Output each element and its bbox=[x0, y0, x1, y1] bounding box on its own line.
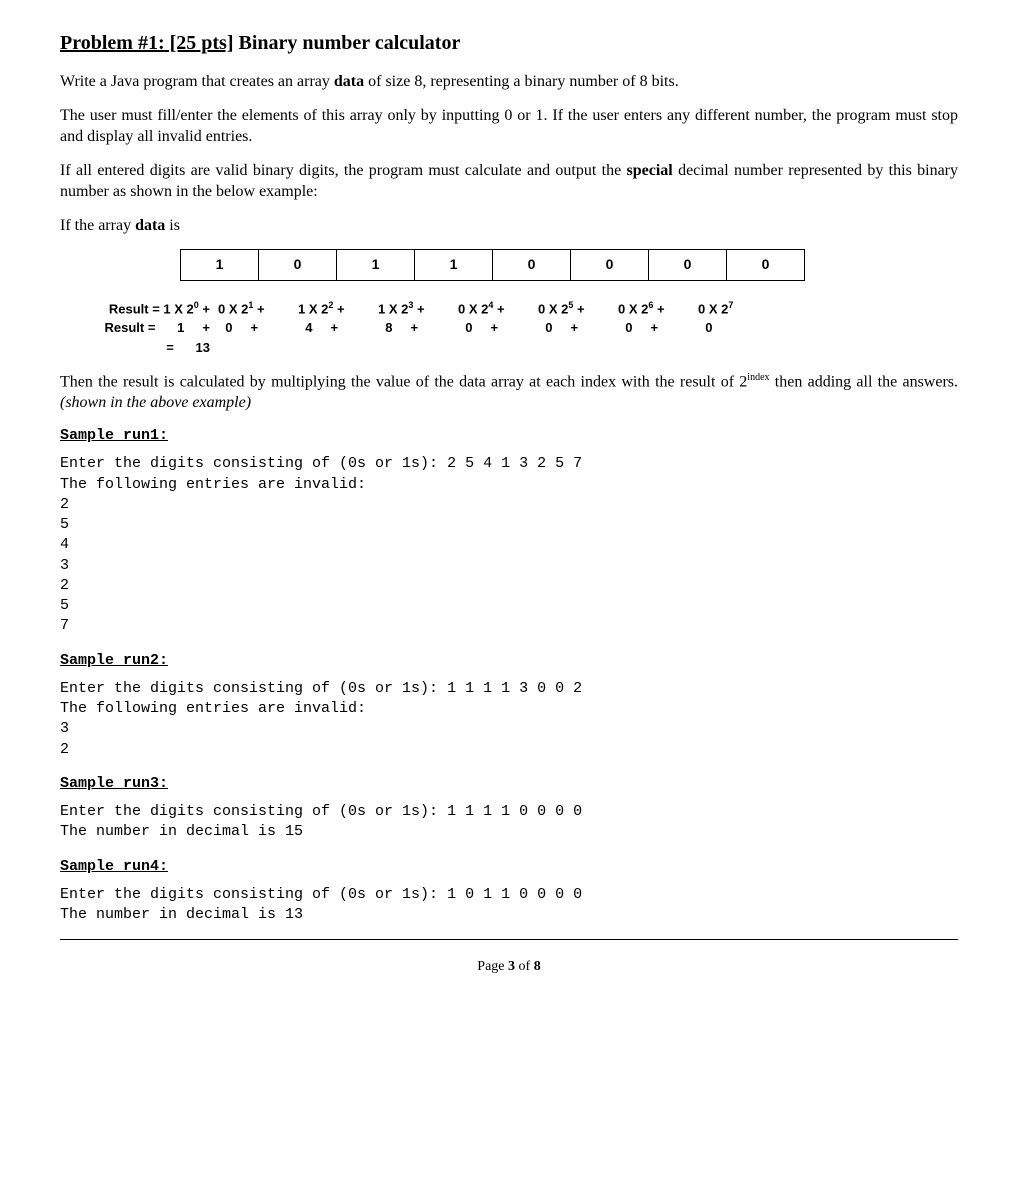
sample-run-2-heading: Sample run2: bbox=[60, 651, 958, 671]
array-cell: 0 bbox=[571, 249, 649, 280]
p1c: of size 8, representing a binary number … bbox=[364, 73, 679, 90]
p1a: Write a Java program that creates an arr… bbox=[60, 73, 334, 90]
sample-run-1-heading: Sample run1: bbox=[60, 426, 958, 446]
array-cell: 0 bbox=[727, 249, 805, 280]
calculation-block: Result = 1 X 20 + 0 X 21 + 1 X 22 + 1 X … bbox=[60, 299, 958, 357]
title-desc: Binary number calculator bbox=[234, 32, 461, 54]
calc-val: 0 bbox=[698, 319, 778, 337]
calc-term: 1 X 23 + bbox=[378, 299, 458, 318]
calc-term: 1 X 22 + bbox=[298, 299, 378, 318]
sample-run-3-output: Enter the digits consisting of (0s or 1s… bbox=[60, 802, 958, 843]
footer-total: 8 bbox=[534, 959, 541, 974]
p3b: special bbox=[627, 162, 673, 179]
footer-page-num: 3 bbox=[508, 959, 515, 974]
p5c: (shown in the above example) bbox=[60, 394, 251, 411]
p4b: data bbox=[135, 217, 165, 234]
calc-val: 0 + bbox=[618, 319, 698, 337]
footer-divider bbox=[60, 939, 958, 940]
array-intro: If the array data is bbox=[60, 215, 958, 237]
calc-val: 0 + bbox=[458, 319, 538, 337]
sample-run-2-output: Enter the digits consisting of (0s or 1s… bbox=[60, 679, 958, 760]
p1b: data bbox=[334, 73, 364, 90]
calc-label-2: Result = 1 + bbox=[60, 319, 218, 337]
calc-val: 8 + bbox=[378, 319, 458, 337]
calc-val: 0 + bbox=[218, 319, 298, 337]
sample-run-3-heading: Sample run3: bbox=[60, 774, 958, 794]
p4c: is bbox=[165, 217, 180, 234]
p4a: If the array bbox=[60, 217, 135, 234]
calc-term: 0 X 21 + bbox=[218, 299, 298, 318]
calc-term: 0 X 25 + bbox=[538, 299, 618, 318]
binary-array-table: 1 0 1 1 0 0 0 0 bbox=[180, 249, 805, 281]
calc-val: 4 + bbox=[298, 319, 378, 337]
calc-val: 0 + bbox=[538, 319, 618, 337]
intro-paragraph: Write a Java program that creates an arr… bbox=[60, 71, 958, 93]
calc-label-3: = 13 bbox=[60, 339, 218, 357]
p5a: Then the result is calculated by multipl… bbox=[60, 373, 747, 390]
footer-of: of bbox=[515, 959, 534, 974]
sample-run-4-output: Enter the digits consisting of (0s or 1s… bbox=[60, 885, 958, 926]
calc-term: 0 X 24 + bbox=[458, 299, 538, 318]
array-cell: 0 bbox=[259, 249, 337, 280]
problem-title: Problem #1: [25 pts] Binary number calcu… bbox=[60, 30, 958, 57]
footer-page-label: Page bbox=[477, 959, 508, 974]
p5b: then adding all the answers. bbox=[770, 373, 959, 390]
calc-term: 0 X 27 bbox=[698, 299, 778, 318]
title-points: [25 pts] bbox=[165, 32, 234, 54]
page-footer: Page 3 of 8 bbox=[60, 954, 958, 977]
sample-run-4-heading: Sample run4: bbox=[60, 857, 958, 877]
array-cell: 1 bbox=[337, 249, 415, 280]
sample-run-1-output: Enter the digits consisting of (0s or 1s… bbox=[60, 454, 958, 636]
p3a: If all entered digits are valid binary d… bbox=[60, 162, 627, 179]
array-cell: 0 bbox=[649, 249, 727, 280]
title-problem: Problem #1: bbox=[60, 32, 165, 54]
array-cell: 1 bbox=[181, 249, 259, 280]
special-paragraph: If all entered digits are valid binary d… bbox=[60, 160, 958, 203]
array-cell: 1 bbox=[415, 249, 493, 280]
p5sup: index bbox=[747, 372, 769, 383]
rules-paragraph: The user must fill/enter the elements of… bbox=[60, 105, 958, 148]
explanation-paragraph: Then the result is calculated by multipl… bbox=[60, 371, 958, 415]
calc-term: 0 X 26 + bbox=[618, 299, 698, 318]
calc-label-1: Result = 1 X 20 + bbox=[60, 299, 218, 318]
array-cell: 0 bbox=[493, 249, 571, 280]
